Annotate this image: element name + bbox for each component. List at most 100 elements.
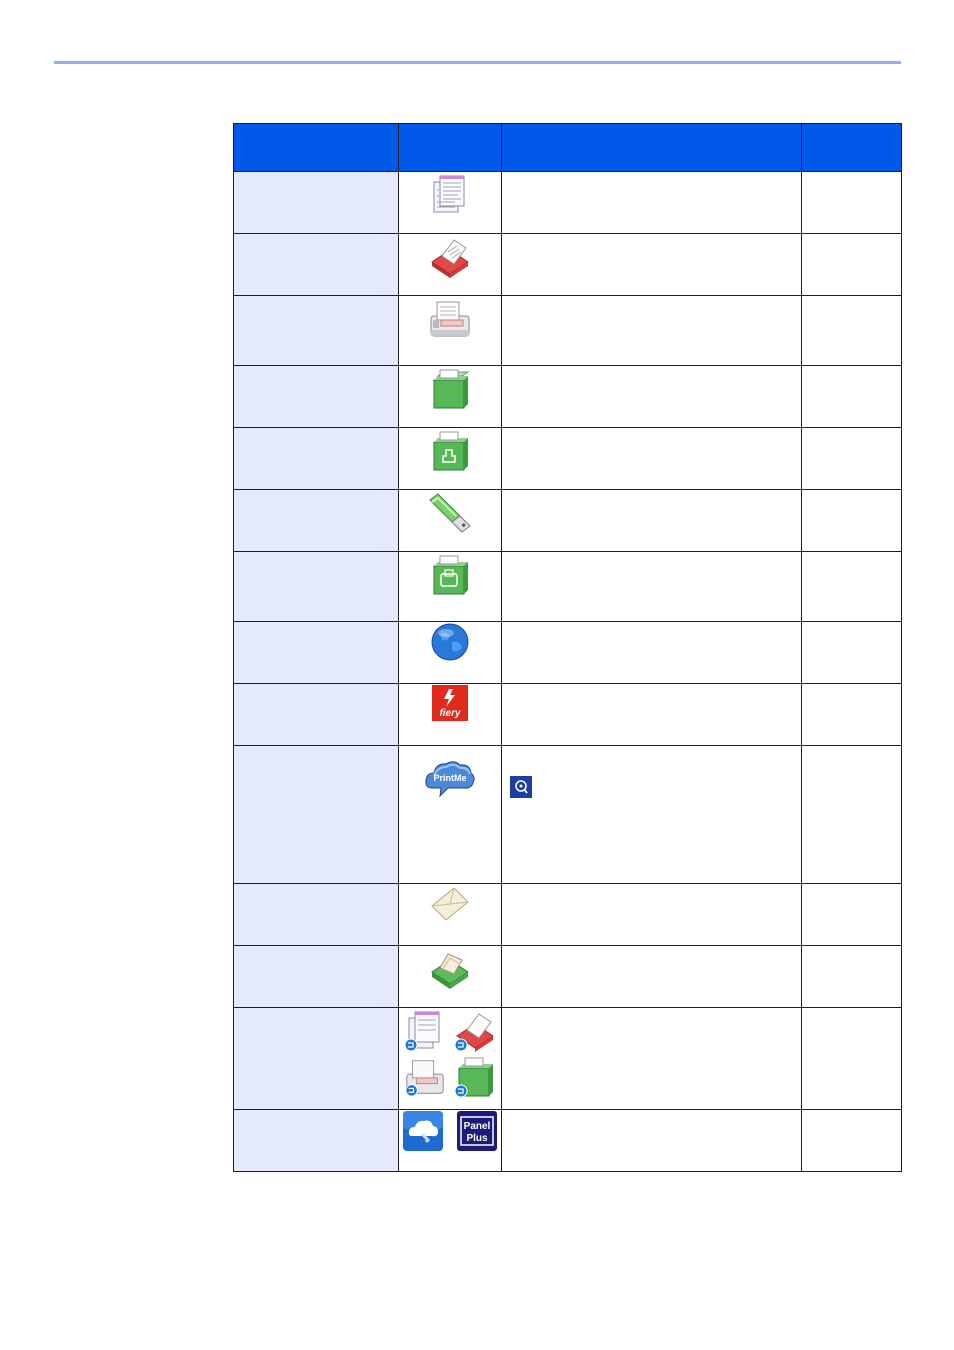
description-cell [501,1007,802,1110]
icon-cell [398,171,502,234]
function-name-cell [233,745,399,884]
function-name-cell [233,489,399,552]
description-cell [501,295,802,366]
reference-cell [801,1109,902,1172]
icon-cell [398,365,502,428]
description-cell [501,171,802,234]
icon-cell [398,621,502,684]
printme-icon[interactable]: PrintMe [424,758,476,798]
icon-cell [398,427,502,490]
program-copy-icon[interactable] [402,1008,448,1052]
icon-cell [398,295,502,366]
icon-cell [398,233,502,296]
reference-cell [801,427,902,490]
table-row [233,551,902,622]
table-row: fiery [233,683,902,746]
reference-cell [801,551,902,622]
description-cell [501,883,802,946]
function-name-cell [233,295,399,366]
envelope-icon[interactable] [428,884,472,924]
icon-cell [398,551,502,622]
table-header-row [233,123,902,172]
table-row [233,365,902,428]
reference-cell [801,171,902,234]
description-cell [501,365,802,428]
header-cell [501,123,802,172]
table-row [233,427,902,490]
description-cell [501,1109,802,1172]
function-name-cell [233,551,399,622]
header-cell [233,123,399,172]
description-cell [501,233,802,296]
reference-cell [801,745,902,884]
function-name-cell [233,427,399,490]
header-rule [54,61,901,64]
function-name-cell [233,365,399,428]
table-row: Panel Plus [233,1109,902,1172]
copy-icon[interactable] [428,172,472,216]
table-row [233,171,902,234]
icon-cell [398,1007,502,1110]
icon-cell [398,945,502,1008]
icon-cell: Panel Plus [398,1109,502,1172]
program-fax-icon[interactable] [402,1054,448,1098]
header-cell [398,123,502,172]
reference-cell [801,1007,902,1110]
table-row [233,489,902,552]
function-name-cell [233,883,399,946]
reference-cell [801,683,902,746]
reference-cell [801,945,902,1008]
fiery-icon[interactable]: fiery [431,684,469,722]
description-cell [501,621,802,684]
cloud-app-icon[interactable] [400,1110,446,1152]
description-cell [501,551,802,622]
icon-cell [398,489,502,552]
job-box-icon[interactable] [428,428,472,472]
panel-plus-logo-line: Plus [466,1133,488,1144]
function-name-cell [233,945,399,1008]
program-box-icon[interactable] [452,1054,498,1098]
send-icon[interactable] [428,234,472,278]
svg-text:fiery: fiery [439,708,461,719]
document-box-icon[interactable] [428,946,472,990]
table-row [233,945,902,1008]
panel-plus-logo-line: Panel [464,1121,491,1132]
table-row: PrintMe [233,745,902,884]
fax-icon[interactable] [427,296,473,340]
program-send-icon[interactable] [452,1008,498,1052]
table-row [233,1007,902,1110]
reference-cell [801,365,902,428]
note-icon [510,776,532,798]
usb-drive-icon[interactable] [426,490,474,534]
reference-cell [801,621,902,684]
function-name-cell [233,171,399,234]
function-table: fiery PrintMe Panel Plus [233,123,902,1172]
description-cell [501,427,802,490]
reference-cell [801,295,902,366]
panel-plus-icon[interactable]: Panel Plus [454,1110,500,1152]
description-cell [501,745,802,884]
table-row [233,233,902,296]
reference-cell [801,489,902,552]
reference-cell [801,883,902,946]
icon-cell: PrintMe [398,745,502,884]
icon-cell: fiery [398,683,502,746]
function-name-cell [233,233,399,296]
table-row [233,883,902,946]
description-cell [501,683,802,746]
header-cell [801,123,902,172]
table-row [233,295,902,366]
function-name-cell [233,683,399,746]
svg-text:PrintMe: PrintMe [433,773,466,783]
description-cell [501,945,802,1008]
internet-browser-icon[interactable] [430,622,470,662]
reference-cell [801,233,902,296]
custom-box-icon[interactable] [428,366,472,410]
function-name-cell [233,1007,399,1110]
function-name-cell [233,621,399,684]
table-row [233,621,902,684]
function-name-cell [233,1109,399,1172]
fax-box-icon[interactable] [428,552,472,596]
description-cell [501,489,802,552]
icon-cell [398,883,502,946]
